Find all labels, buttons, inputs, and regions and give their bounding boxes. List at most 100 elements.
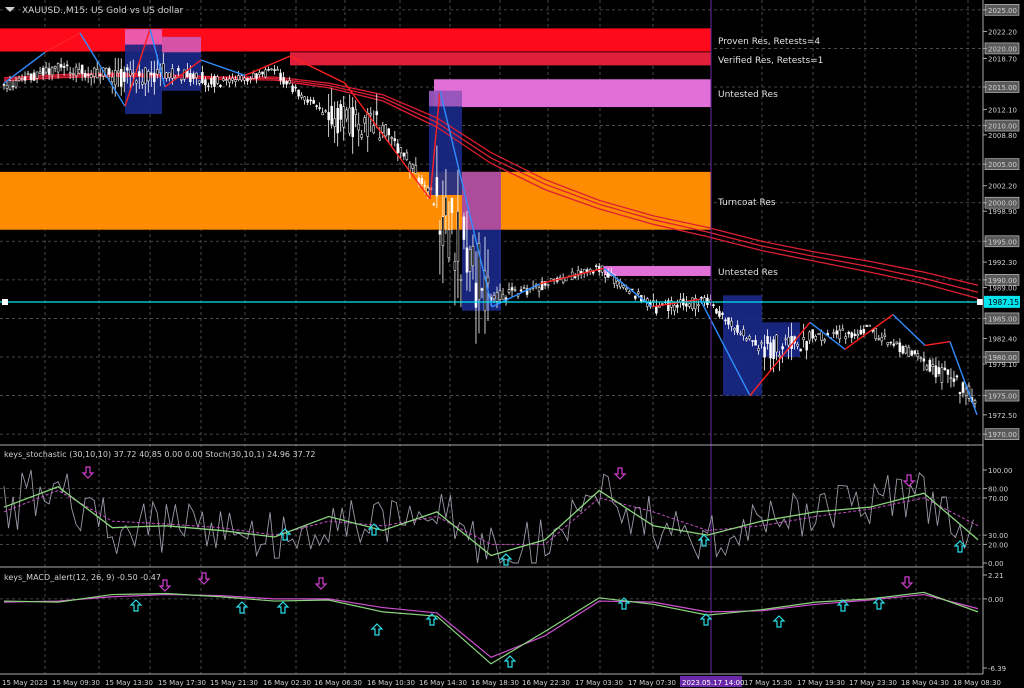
candle-body — [628, 291, 631, 294]
candle-body — [135, 80, 138, 84]
candle-body — [306, 99, 309, 103]
candle-body — [784, 338, 787, 341]
candle-body — [207, 85, 210, 88]
zone-turncoat[interactable] — [0, 171, 711, 230]
candle-body — [727, 317, 730, 325]
stochastic-title: keys_stochastic (30,10,10) 37.72 40.85 0… — [4, 450, 315, 459]
candle-body — [303, 96, 306, 101]
time-cursor-label: 2023.05.17 14:00 — [682, 679, 744, 687]
candle-body — [790, 335, 793, 349]
candle-body — [189, 73, 192, 83]
candle-body — [754, 339, 757, 346]
zone-proven[interactable] — [0, 28, 711, 52]
candle-body — [264, 69, 267, 78]
time-tick-label: 15 May 13:30 — [105, 679, 153, 687]
zone-verified[interactable] — [290, 52, 711, 66]
candle-body — [805, 341, 808, 351]
stoch-level-label: 0.00 — [988, 560, 1004, 568]
candle-body — [465, 247, 469, 273]
candle-body — [691, 297, 694, 309]
candle-body — [195, 72, 198, 78]
candle-body — [273, 69, 276, 71]
price-tick-label: 1975.00 — [988, 393, 1017, 401]
candle-body — [2, 84, 6, 86]
candle-body — [77, 69, 81, 74]
candle-body — [853, 333, 856, 336]
candle-body — [931, 364, 935, 367]
candle-body — [276, 69, 279, 71]
candle-body — [357, 123, 360, 131]
candle-body — [892, 343, 896, 346]
price-line-handle-left[interactable] — [2, 299, 8, 305]
candle-body — [778, 355, 781, 358]
price-tick-label: 1972.50 — [988, 412, 1017, 420]
candle-body — [282, 77, 285, 85]
candle-body — [336, 108, 339, 134]
candle-body — [715, 308, 718, 314]
candle-body — [8, 80, 12, 90]
time-tick-label: 18 May 08:30 — [953, 679, 1001, 687]
candle-body — [71, 73, 75, 75]
candle-body — [423, 185, 427, 187]
candle-body — [456, 211, 460, 262]
candle-body — [949, 377, 953, 380]
candle-body — [441, 216, 445, 246]
candle-body — [204, 79, 207, 86]
price-tick-label: 2018.70 — [988, 55, 1017, 63]
candle-body — [850, 332, 853, 338]
candle-body — [107, 68, 111, 75]
time-tick-label: 18 May 04:30 — [901, 679, 949, 687]
time-tick-label: 17 May 07:30 — [628, 679, 676, 687]
candle-body — [616, 280, 619, 286]
candle-body — [363, 117, 366, 124]
candle-body — [498, 290, 502, 301]
candle-body — [80, 64, 84, 75]
candle-body — [937, 367, 941, 374]
price-tick-label: 2002.20 — [988, 183, 1017, 191]
candle-body — [327, 112, 330, 121]
candle-body — [964, 388, 968, 396]
candle-body — [919, 357, 923, 360]
candle-body — [411, 164, 415, 169]
candle-body — [141, 81, 144, 85]
zone-untested[interactable] — [604, 265, 711, 276]
time-tick-label: 16 May 10:30 — [367, 679, 415, 687]
price-line-handle-right[interactable] — [977, 299, 983, 305]
candle-body — [874, 328, 878, 340]
candle-body — [796, 343, 799, 347]
candle-body — [318, 107, 321, 109]
candle-body — [811, 329, 814, 339]
zone-untested[interactable] — [434, 79, 711, 108]
price-chart[interactable]: Proven Res, Retests=4 Verified Res, Retes… — [0, 0, 1024, 688]
candle-body — [240, 75, 243, 81]
zone-label: Untested Res — [718, 90, 778, 100]
candle-body — [736, 324, 739, 333]
candle-body — [285, 80, 288, 85]
candle-body — [706, 297, 709, 306]
candle-body — [62, 65, 66, 68]
zone-label: Verified Res, Retests=1 — [718, 56, 823, 66]
zone-label: Untested Res — [718, 268, 778, 278]
candle-body — [781, 346, 784, 350]
candle-body — [11, 85, 15, 88]
price-tick-label: 2020.00 — [988, 45, 1017, 53]
candle-body — [450, 198, 454, 213]
candle-body — [228, 78, 231, 83]
candle-body — [26, 73, 30, 75]
time-tick-label: 15 May 2023 — [2, 679, 48, 687]
candle-body — [802, 337, 805, 341]
price-tick-label: 1979.10 — [988, 361, 1017, 369]
candle-body — [745, 338, 748, 341]
candle-body — [946, 369, 950, 375]
price-tick-label: 2005.00 — [988, 161, 1017, 169]
candle-body — [444, 196, 448, 216]
candle-body — [231, 77, 234, 81]
candle-body — [23, 76, 27, 81]
candle-body — [742, 329, 745, 337]
candle-body — [156, 69, 159, 75]
candle-body — [763, 346, 766, 358]
candle-body — [92, 67, 96, 77]
time-tick-label: 17 May 23:30 — [849, 679, 897, 687]
candle-body — [925, 365, 929, 370]
range-box — [429, 90, 462, 107]
